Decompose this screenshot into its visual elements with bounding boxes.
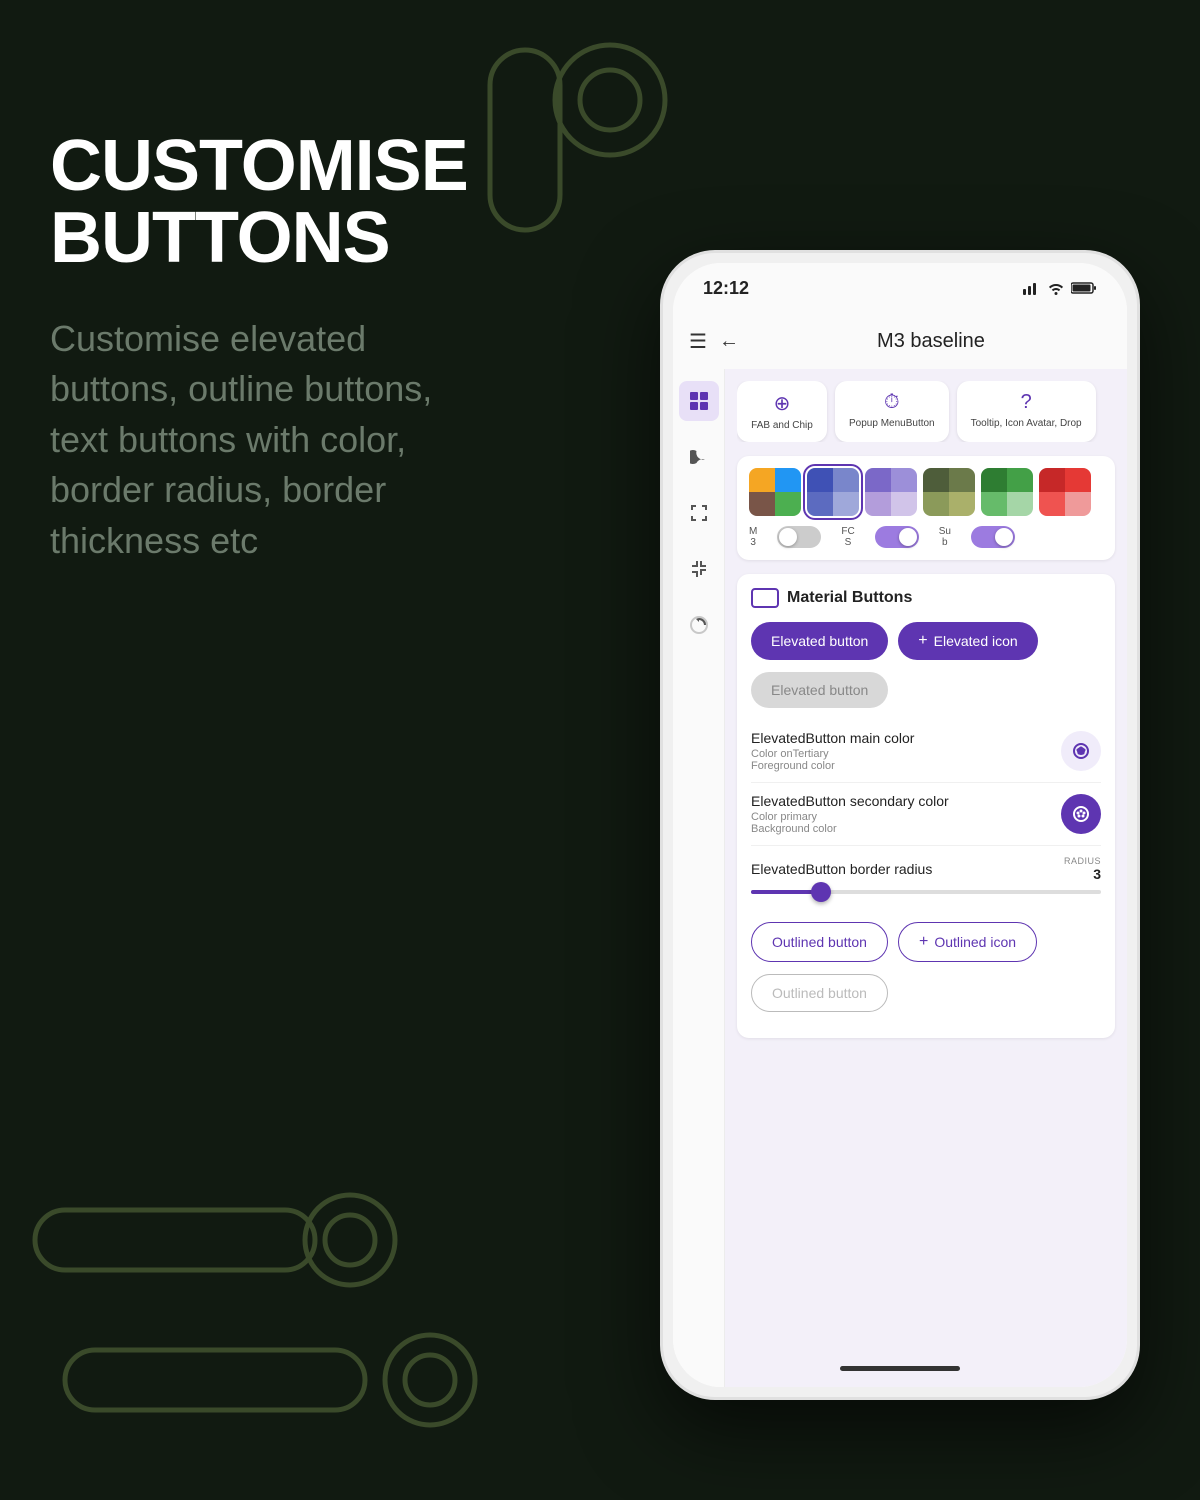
swatches-section: M3 FCS	[737, 456, 1115, 560]
toggle-2	[875, 526, 919, 548]
sidebar-icon-moon[interactable]	[679, 437, 719, 477]
chips-row: ⊕ FAB and Chip ⏱ Popup MenuButton ? Tool…	[737, 381, 1115, 442]
radius-value: 3	[1064, 866, 1101, 882]
secondary-color-row: ElevatedButton secondary color Color pri…	[751, 783, 1101, 846]
chip-tooltip[interactable]: ? Tooltip, Icon Avatar, Drop	[957, 381, 1096, 442]
outlined-plus-icon: +	[919, 933, 928, 951]
chip-tooltip-icon: ?	[1021, 391, 1032, 414]
slider-section: ElevatedButton border radius RADIUS 3	[751, 846, 1101, 912]
battery-icon	[1071, 281, 1097, 295]
hamburger-icon[interactable]: ☰	[689, 329, 707, 354]
secondary-color-title: ElevatedButton secondary color	[751, 793, 1061, 809]
swatches-grid	[749, 468, 1103, 516]
toggle-3	[971, 526, 1015, 548]
home-bar	[840, 1366, 960, 1371]
subtitle-text: Customise elevated buttons, outline butt…	[50, 314, 480, 566]
main-color-sub2: Foreground color	[751, 760, 1061, 772]
elevated-icon-button[interactable]: + Elevated icon	[898, 622, 1037, 660]
toggle-switch-3[interactable]	[971, 526, 1015, 548]
outlined-disabled-row: Outlined button	[751, 974, 1101, 1012]
palette-icon-dark	[1071, 804, 1091, 824]
main-color-button[interactable]	[1061, 731, 1101, 771]
status-icons	[1023, 281, 1097, 295]
chip-fab-icon: ⊕	[774, 391, 791, 416]
status-bar: 12:12	[673, 263, 1127, 313]
main-color-info: ElevatedButton main color Color onTertia…	[751, 730, 1061, 772]
elevated-btn-row: Elevated button + Elevated icon	[751, 622, 1101, 660]
swatch-6[interactable]	[1039, 468, 1091, 516]
swatch-4[interactable]	[923, 468, 975, 516]
toggles-row: M3 FCS	[749, 526, 1103, 548]
toggle-m3: M3	[749, 526, 757, 548]
toggle-1	[777, 526, 821, 548]
main-color-row: ElevatedButton main color Color onTertia…	[751, 720, 1101, 783]
status-time: 12:12	[703, 278, 749, 299]
phone-inner: 12:12	[673, 263, 1127, 1387]
fcs-label: FCS	[841, 526, 854, 548]
toggle-sub-label: Sub	[939, 526, 951, 548]
signal-icon	[1023, 281, 1041, 295]
slider-name: ElevatedButton border radius	[751, 861, 932, 877]
section-title: Material Buttons	[787, 589, 912, 607]
phone-frame: 12:12	[660, 250, 1140, 1400]
main-color-title: ElevatedButton main color	[751, 730, 1061, 746]
toggle-switch-1[interactable]	[777, 526, 821, 548]
slider-track[interactable]	[751, 890, 1101, 894]
outlined-btn-row: Outlined button + Outlined icon	[751, 922, 1101, 962]
toggle-knob-2	[899, 528, 917, 546]
notch	[830, 263, 970, 291]
sidebar-icon-grid[interactable]	[679, 381, 719, 421]
secondary-color-sub2: Background color	[751, 823, 1061, 835]
chip-fab-label: FAB and Chip	[751, 420, 813, 432]
secondary-color-button[interactable]	[1061, 794, 1101, 834]
app-header: ☰ ← M3 baseline	[673, 313, 1127, 369]
phone-wrapper: 12:12	[660, 250, 1140, 1400]
main-title: CUSTOMISE BUTTONS	[50, 130, 480, 274]
material-buttons-card: Material Buttons Elevated button + Eleva…	[737, 574, 1115, 1038]
section-header: Material Buttons	[751, 588, 1101, 608]
left-section: CUSTOMISE BUTTONS Customise elevated but…	[50, 130, 480, 566]
swatch-5[interactable]	[981, 468, 1033, 516]
chip-fab[interactable]: ⊕ FAB and Chip	[737, 381, 827, 442]
palette-icon	[1071, 741, 1091, 761]
content-area: ⊕ FAB and Chip ⏱ Popup MenuButton ? Tool…	[673, 369, 1127, 1387]
outlined-icon-button[interactable]: + Outlined icon	[898, 922, 1037, 962]
chip-tooltip-label: Tooltip, Icon Avatar, Drop	[971, 418, 1082, 430]
main-color-sub1: Color onTertiary	[751, 748, 1061, 760]
disabled-btn-row: Elevated button	[751, 672, 1101, 708]
sidebar-icon-expand[interactable]	[679, 493, 719, 533]
chip-popup-label: Popup MenuButton	[849, 418, 935, 430]
toggle-switch-2[interactable]	[875, 526, 919, 548]
secondary-color-sub1: Color primary	[751, 811, 1061, 823]
elevated-button[interactable]: Elevated button	[751, 622, 888, 660]
slider-thumb[interactable]	[811, 882, 831, 902]
toggle-m3-label: M3	[749, 526, 757, 548]
sub-label: Sub	[939, 526, 951, 548]
chip-popup-icon: ⏱	[884, 391, 900, 414]
swatch-3[interactable]	[865, 468, 917, 516]
toggle-fcs-label: FCS	[841, 526, 854, 548]
secondary-color-info: ElevatedButton secondary color Color pri…	[751, 793, 1061, 835]
sidebar	[673, 369, 725, 1387]
sidebar-icon-compress[interactable]	[679, 549, 719, 589]
slider-header: ElevatedButton border radius RADIUS 3	[751, 856, 1101, 882]
radius-label: RADIUS	[1064, 856, 1101, 866]
main-content[interactable]: ⊕ FAB and Chip ⏱ Popup MenuButton ? Tool…	[725, 369, 1127, 1387]
toggle-knob-3	[995, 528, 1013, 546]
plus-icon: +	[918, 632, 927, 650]
sidebar-icon-reset[interactable]	[679, 605, 719, 645]
back-icon[interactable]: ←	[719, 330, 739, 353]
outlined-button[interactable]: Outlined button	[751, 922, 888, 962]
swatch-1[interactable]	[749, 468, 801, 516]
app-title: M3 baseline	[751, 330, 1111, 353]
chip-popup[interactable]: ⏱ Popup MenuButton	[835, 381, 949, 442]
slider-value-box: RADIUS 3	[1064, 856, 1101, 882]
section-icon	[751, 588, 779, 608]
swatch-2[interactable]	[807, 468, 859, 516]
elevated-button-disabled: Elevated button	[751, 672, 888, 708]
toggle-knob-1	[779, 528, 797, 546]
wifi-icon	[1047, 281, 1065, 295]
outlined-button-disabled: Outlined button	[751, 974, 888, 1012]
